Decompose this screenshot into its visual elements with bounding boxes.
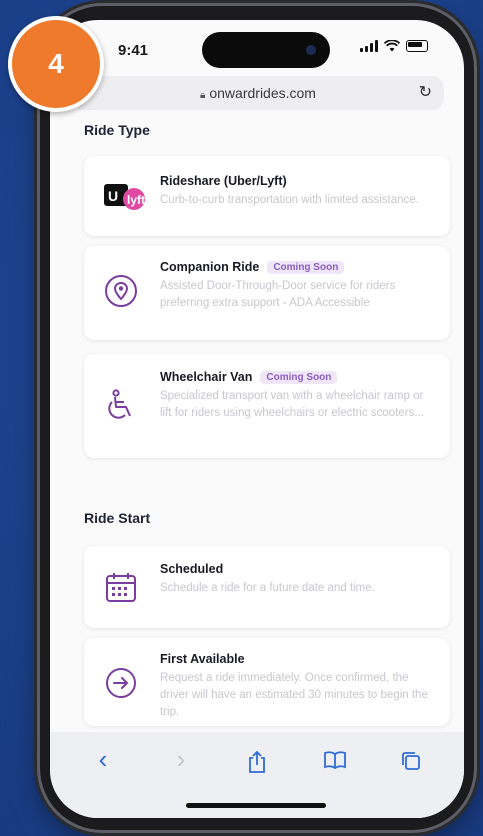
address-bar[interactable]: 🔒︎ onwardrides.com ↻: [72, 76, 444, 110]
rideshare-desc: Curb-to-curb transportation with limited…: [160, 194, 419, 206]
camera-icon: [306, 45, 316, 55]
companion-title-text: Companion Ride: [160, 260, 260, 274]
svg-text:U: U: [108, 188, 118, 204]
calendar-icon: [104, 570, 138, 609]
dynamic-island: [202, 32, 330, 68]
phone-screen: 9:41 🔒︎ onwardrides.com ↻ Ride Type U lyf…: [50, 20, 464, 818]
status-icons: [360, 40, 428, 52]
url-label: onwardrides.com: [209, 85, 316, 101]
reload-icon[interactable]: ↻: [419, 82, 432, 102]
wheelchair-title: Wheelchair Van Coming Soon: [160, 370, 338, 384]
ride-start-option-first-available[interactable]: First Available Request a ride immediate…: [84, 638, 450, 726]
ride-type-option-wheelchair[interactable]: Wheelchair Van Coming Soon Specialized tr…: [84, 354, 450, 458]
ride-type-heading: Ride Type: [84, 122, 150, 138]
home-indicator: [186, 803, 326, 808]
ride-start-option-scheduled[interactable]: Scheduled Schedule a ride for a future d…: [84, 546, 450, 628]
location-pin-icon: [104, 274, 138, 313]
svg-text:lyft: lyft: [127, 193, 145, 207]
battery-icon: [406, 40, 428, 52]
lock-icon: 🔒︎: [200, 90, 206, 101]
rideshare-title: Rideshare (Uber/Lyft): [160, 174, 287, 188]
coming-soon-badge: Coming Soon: [267, 261, 345, 274]
status-time: 9:41: [118, 42, 149, 59]
url-text: 🔒︎ onwardrides.com: [72, 85, 444, 101]
tabs-icon[interactable]: [396, 750, 426, 780]
rideshare-icon: U lyft: [104, 182, 148, 217]
scheduled-desc: Schedule a ride for a future date and ti…: [160, 582, 375, 594]
status-bar: 9:41: [50, 20, 464, 70]
forward-button[interactable]: ›: [166, 744, 196, 774]
ride-type-option-rideshare[interactable]: U lyft Rideshare (Uber/Lyft) Curb-to-cur…: [84, 156, 450, 236]
wheelchair-desc: Specialized transport van with a wheelch…: [160, 390, 424, 419]
companion-desc: Assisted Door-Through-Door service for r…: [160, 280, 396, 309]
step-number-badge: 4: [8, 16, 104, 112]
ride-type-option-companion[interactable]: Companion Ride Coming Soon Assisted Door-…: [84, 246, 450, 340]
first-available-title: First Available: [160, 652, 245, 666]
scheduled-title: Scheduled: [160, 562, 224, 576]
wheelchair-icon: [104, 388, 138, 427]
arrow-circle-icon: [104, 666, 138, 705]
coming-soon-badge: Coming Soon: [260, 371, 338, 384]
book-icon[interactable]: [320, 750, 350, 780]
first-available-desc: Request a ride immediately. Once confirm…: [160, 672, 428, 718]
companion-title: Companion Ride Coming Soon: [160, 260, 345, 274]
share-icon[interactable]: [242, 750, 272, 780]
back-button[interactable]: ‹: [88, 744, 118, 774]
wifi-icon: [384, 40, 400, 52]
ride-start-heading: Ride Start: [84, 510, 151, 526]
step-number: 4: [48, 48, 64, 79]
signal-icon: [360, 40, 378, 52]
browser-toolbar: ‹ ›: [50, 732, 464, 818]
wheelchair-title-text: Wheelchair Van: [160, 370, 253, 384]
